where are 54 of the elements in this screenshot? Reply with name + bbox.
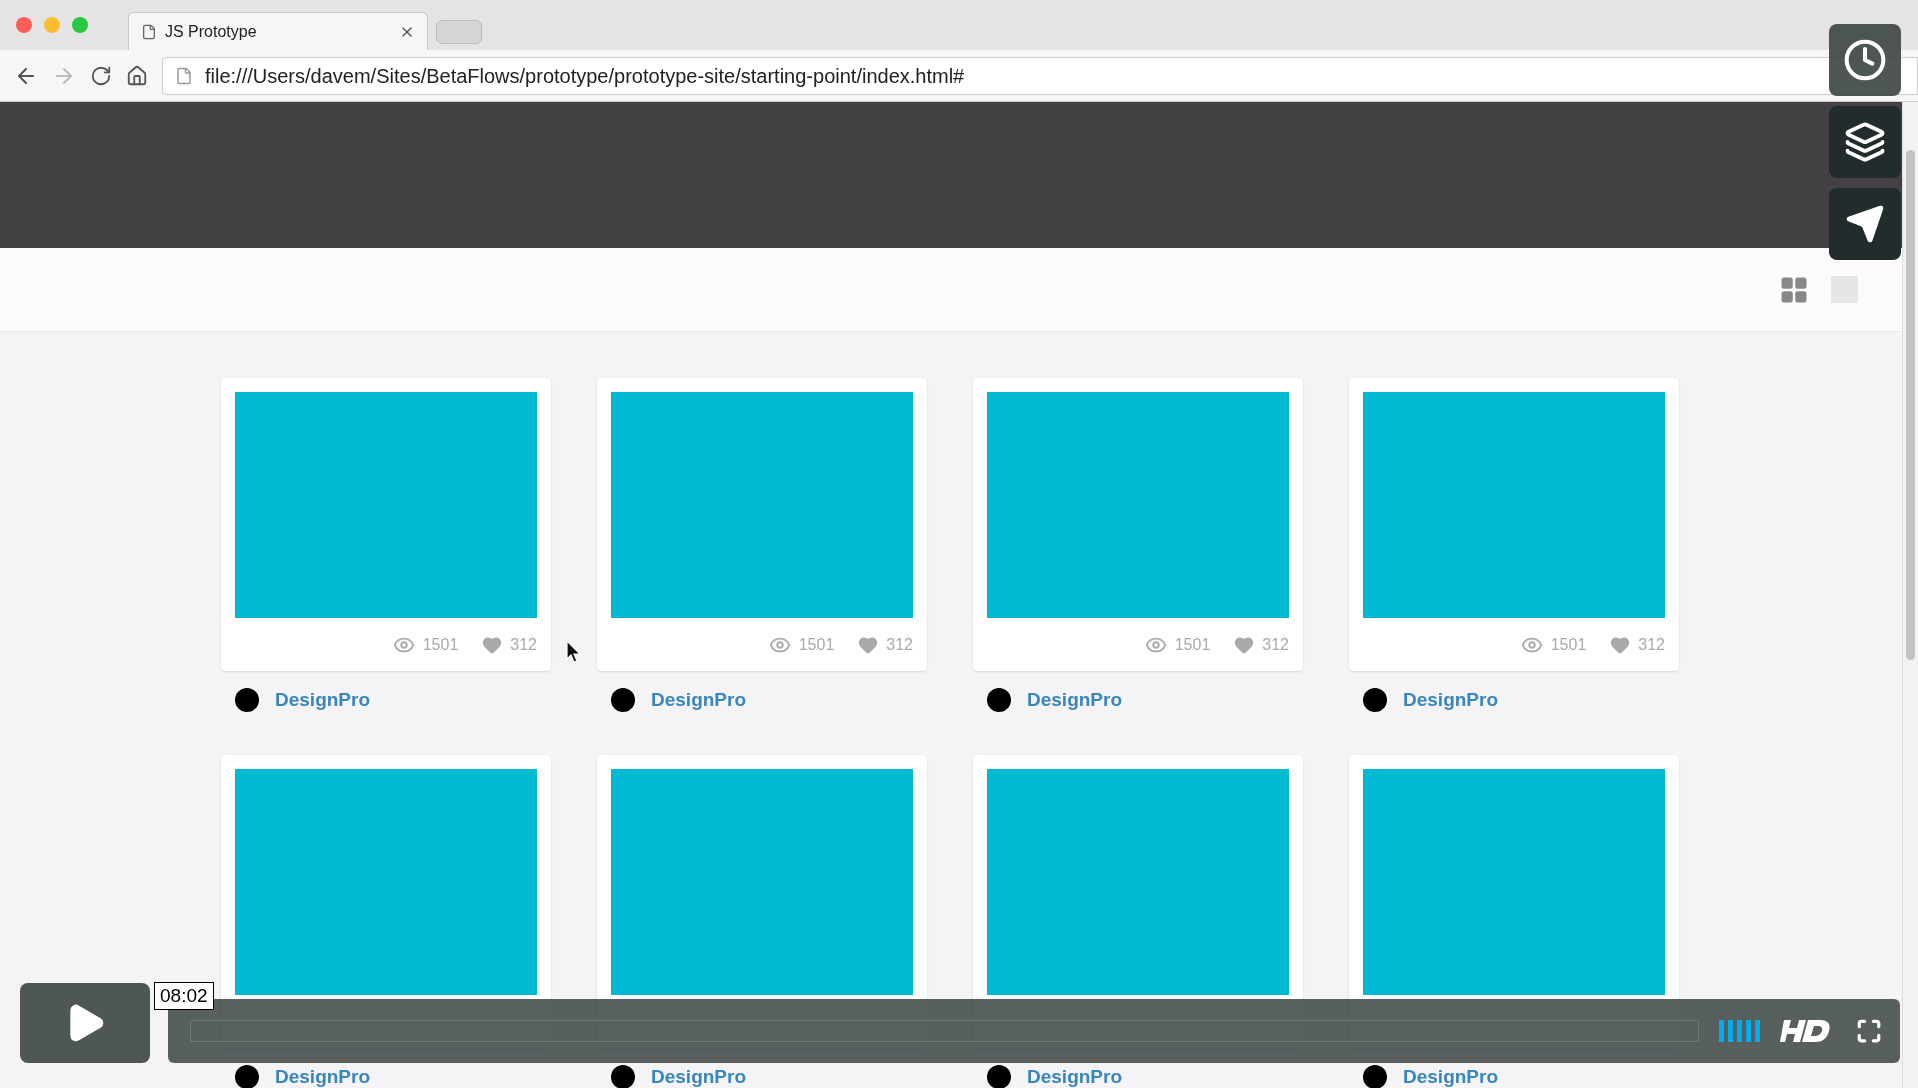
hd-icon[interactable] bbox=[1780, 1018, 1832, 1044]
view-count: 1501 bbox=[1550, 634, 1587, 655]
avatar bbox=[235, 1065, 259, 1088]
page-icon bbox=[141, 23, 157, 40]
like-count: 312 bbox=[1262, 634, 1289, 655]
page-icon bbox=[175, 66, 193, 85]
play-button[interactable] bbox=[20, 983, 150, 1063]
card[interactable]: 1501 312 bbox=[1349, 378, 1679, 671]
author-link[interactable]: DesignPro bbox=[651, 685, 747, 715]
avatar bbox=[1363, 1065, 1387, 1088]
author-link[interactable]: DesignPro bbox=[1403, 685, 1499, 715]
layers-button[interactable] bbox=[1829, 106, 1901, 178]
author-link[interactable]: DesignPro bbox=[1027, 1062, 1123, 1088]
avatar bbox=[1363, 688, 1387, 712]
cursor-icon bbox=[566, 640, 582, 664]
card[interactable]: 1501 312 bbox=[597, 378, 927, 671]
paper-plane-icon bbox=[1845, 204, 1885, 244]
url-text: file:///Users/davem/Sites/BetaFlows/prototype/prototype-site/starting-point/index.html# bbox=[205, 63, 965, 89]
avatar bbox=[611, 688, 635, 712]
heart-icon bbox=[1610, 634, 1631, 655]
heart-icon bbox=[1234, 634, 1255, 655]
volume-icon[interactable] bbox=[1719, 1020, 1760, 1042]
author-link[interactable]: DesignPro bbox=[275, 685, 371, 715]
browser-tab[interactable]: JS Prototype bbox=[128, 12, 428, 50]
heart-icon bbox=[858, 634, 879, 655]
view-count: 1501 bbox=[1174, 634, 1211, 655]
like-count: 312 bbox=[1638, 634, 1665, 655]
avatar bbox=[987, 1065, 1011, 1088]
share-button[interactable] bbox=[1829, 188, 1901, 260]
avatar bbox=[235, 688, 259, 712]
clock-icon bbox=[1843, 38, 1887, 82]
home-icon[interactable] bbox=[126, 64, 148, 87]
author-link[interactable]: DesignPro bbox=[275, 1062, 371, 1088]
author-link[interactable]: DesignPro bbox=[1027, 685, 1123, 715]
reload-icon[interactable] bbox=[90, 64, 112, 87]
scrollbar-thumb[interactable] bbox=[1906, 150, 1915, 660]
like-count: 312 bbox=[886, 634, 913, 655]
tab-title: JS Prototype bbox=[165, 21, 258, 42]
fullscreen-icon[interactable] bbox=[1856, 1018, 1882, 1044]
like-count: 312 bbox=[510, 634, 537, 655]
time-tooltip: 08:02 bbox=[154, 982, 214, 1010]
address-bar[interactable]: file:///Users/davem/Sites/BetaFlows/prototype/prototype-site/starting-point/index.html# bbox=[162, 56, 1918, 95]
card[interactable]: 1501 312 bbox=[973, 378, 1303, 671]
avatar bbox=[611, 1065, 635, 1088]
card[interactable]: 1501 312 bbox=[221, 378, 551, 671]
layers-icon bbox=[1844, 121, 1886, 163]
view-count: 1501 bbox=[422, 634, 459, 655]
author-link[interactable]: DesignPro bbox=[1403, 1062, 1499, 1088]
heart-icon bbox=[482, 634, 503, 655]
view-count: 1501 bbox=[798, 634, 835, 655]
avatar bbox=[987, 688, 1011, 712]
history-button[interactable] bbox=[1829, 24, 1901, 96]
author-link[interactable]: DesignPro bbox=[651, 1062, 747, 1088]
progress-track[interactable] bbox=[190, 1020, 1699, 1042]
